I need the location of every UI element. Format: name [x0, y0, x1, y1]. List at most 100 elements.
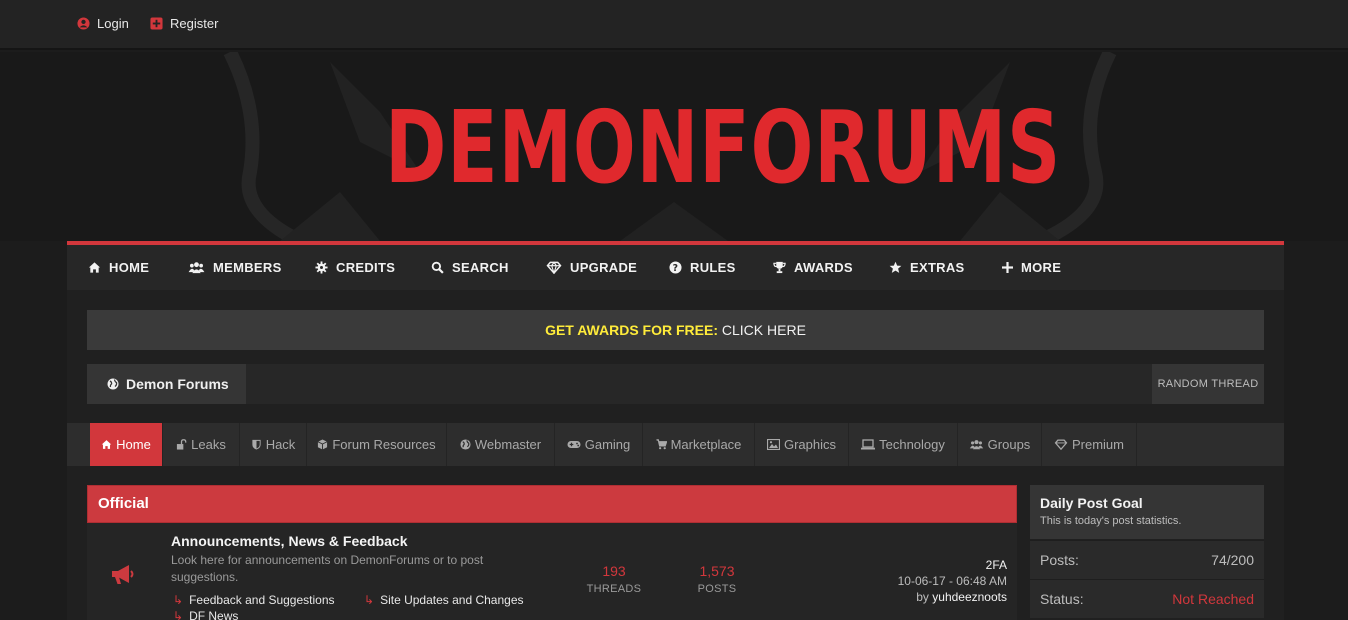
- nav-search-label: SEARCH: [452, 260, 509, 275]
- tab-graphics[interactable]: Graphics: [755, 423, 849, 466]
- laptop-icon: [861, 439, 876, 450]
- posts-row: Posts: 74/200: [1030, 540, 1264, 579]
- tab-premium-label: Premium: [1071, 437, 1124, 452]
- tab-gaming-label: Gaming: [584, 437, 631, 452]
- tab-home[interactable]: Home: [90, 423, 163, 466]
- last-post-author: by yuhdeeznoots: [898, 589, 1007, 605]
- users-icon: [188, 262, 205, 274]
- header-banner: DEMONFORUMS: [0, 52, 1348, 241]
- nav-upgrade[interactable]: UPGRADE: [546, 260, 637, 275]
- threads-label: THREADS: [586, 583, 642, 595]
- question-icon: ?: [669, 261, 682, 274]
- posts-label: POSTS: [697, 583, 737, 595]
- svg-text:?: ?: [673, 263, 679, 274]
- tab-groups-label: Groups: [987, 437, 1031, 452]
- nav-home[interactable]: HOME: [88, 260, 149, 275]
- nav-more[interactable]: MORE: [1002, 260, 1061, 275]
- daily-post-goal-widget: Daily Post Goal This is today's post sta…: [1030, 485, 1264, 620]
- home-icon: [88, 262, 101, 273]
- tab-marketplace[interactable]: Marketplace: [643, 423, 755, 466]
- nav-rules[interactable]: ? RULES: [669, 260, 736, 275]
- posts-stat: 1,573 POSTS: [677, 563, 757, 595]
- nav-awards[interactable]: AWARDS: [773, 260, 853, 275]
- plus-icon: [1002, 262, 1013, 273]
- awards-promo-banner[interactable]: GET AWARDS FOR FREE: CLICK HERE: [87, 310, 1264, 350]
- globe-icon: [460, 439, 471, 450]
- category-header[interactable]: Official: [87, 485, 1017, 523]
- last-post-by-prefix: by: [916, 590, 929, 604]
- nav-extras-label: EXTRAS: [910, 260, 965, 275]
- home-icon: [101, 440, 112, 449]
- shield-icon: [252, 439, 261, 450]
- subforum-link[interactable]: ↳ Feedback and Suggestions: [173, 593, 335, 607]
- threads-count: 193: [602, 563, 626, 579]
- tab-gaming[interactable]: Gaming: [555, 423, 643, 466]
- nav-upgrade-label: UPGRADE: [570, 260, 638, 275]
- forum-category: Official Announcements, News & Feedback …: [87, 485, 1017, 620]
- tab-technology[interactable]: Technology: [849, 423, 958, 466]
- widget-title: Daily Post Goal: [1040, 495, 1143, 511]
- last-post-date: 10-06-17 - 06:48 AM: [897, 574, 1007, 588]
- tab-home-label: Home: [116, 437, 151, 452]
- login-link[interactable]: Login: [77, 16, 129, 31]
- breadcrumb-label: Demon Forums: [126, 376, 229, 392]
- promo-cta-link[interactable]: CLICK HERE: [722, 322, 806, 338]
- breadcrumb-home[interactable]: Demon Forums: [87, 364, 246, 404]
- tab-hack[interactable]: Hack: [240, 423, 307, 466]
- nav-members[interactable]: MEMBERS: [188, 260, 282, 275]
- status-label: Status:: [1040, 591, 1084, 607]
- nav-home-label: HOME: [109, 260, 150, 275]
- forum-title-link[interactable]: Announcements, News & Feedback: [171, 533, 408, 549]
- register-label: Register: [170, 16, 219, 31]
- threads-stat: 193 THREADS: [574, 563, 654, 595]
- tab-webmaster[interactable]: Webmaster: [447, 423, 555, 466]
- promo-highlight: GET AWARDS FOR FREE:: [545, 322, 718, 338]
- subforum-label: Site Updates and Changes: [380, 593, 524, 607]
- subforum-link[interactable]: ↳ Site Updates and Changes: [364, 593, 524, 607]
- diamond-icon: [1054, 439, 1068, 450]
- tab-graphics-label: Graphics: [783, 437, 837, 452]
- subforum-arrow-icon: ↳: [364, 593, 375, 607]
- last-post: 2FA 10-06-17 - 06:48 AM by yuhdeeznoots: [898, 557, 1007, 605]
- tab-leaks-label: Leaks: [191, 437, 226, 452]
- forum-row: Announcements, News & Feedback Look here…: [87, 523, 1017, 620]
- search-icon: [431, 261, 444, 274]
- forum-description: Look here for announcements on DemonForu…: [171, 553, 484, 584]
- diamond-icon: [546, 261, 562, 274]
- nav-more-label: MORE: [1021, 260, 1062, 275]
- posts-label: Posts:: [1040, 552, 1079, 568]
- users-icon: [969, 440, 983, 450]
- tab-technology-label: Technology: [879, 437, 945, 452]
- posts-value: 74/200: [1211, 552, 1254, 568]
- site-logo[interactable]: DEMONFORUMS: [385, 88, 1060, 208]
- last-post-author-link[interactable]: yuhdeeznoots: [932, 590, 1007, 604]
- top-bar: Login Register: [0, 0, 1348, 50]
- nav-extras[interactable]: EXTRAS: [889, 260, 965, 275]
- random-thread-button[interactable]: RANDOM THREAD: [1152, 364, 1264, 404]
- trophy-icon: [773, 261, 786, 274]
- subforum-label: Feedback and Suggestions: [189, 593, 335, 607]
- tab-groups[interactable]: Groups: [958, 423, 1042, 466]
- tab-hack-label: Hack: [265, 437, 296, 452]
- globe-icon: [107, 378, 119, 390]
- main-container: HOME MEMBERS CREDITS SEARCH UPGRADE ? RU…: [67, 241, 1284, 620]
- nav-rules-label: RULES: [690, 260, 736, 275]
- nav-credits[interactable]: CREDITS: [315, 260, 395, 275]
- cart-icon: [656, 439, 667, 450]
- status-value: Not Reached: [1172, 591, 1254, 607]
- category-tabs: Home Leaks Hack Forum Resources Webmaste…: [67, 423, 1284, 466]
- subforum-arrow-icon: ↳: [173, 593, 184, 607]
- subforum-link[interactable]: ↳ DF News: [173, 609, 238, 620]
- nav-credits-label: CREDITS: [336, 260, 396, 275]
- plus-square-icon: [150, 17, 163, 30]
- last-post-title-link[interactable]: 2FA: [898, 557, 1007, 573]
- subforum-label: DF News: [189, 609, 239, 620]
- register-link[interactable]: Register: [150, 16, 218, 31]
- nav-search[interactable]: SEARCH: [431, 260, 509, 275]
- tab-forum-resources[interactable]: Forum Resources: [307, 423, 447, 466]
- tab-premium[interactable]: Premium: [1042, 423, 1137, 466]
- status-row: Status: Not Reached: [1030, 579, 1264, 618]
- breadcrumb: Demon Forums RANDOM THREAD: [87, 364, 1264, 404]
- posts-count: 1,573: [699, 563, 735, 579]
- tab-leaks[interactable]: Leaks: [163, 423, 240, 466]
